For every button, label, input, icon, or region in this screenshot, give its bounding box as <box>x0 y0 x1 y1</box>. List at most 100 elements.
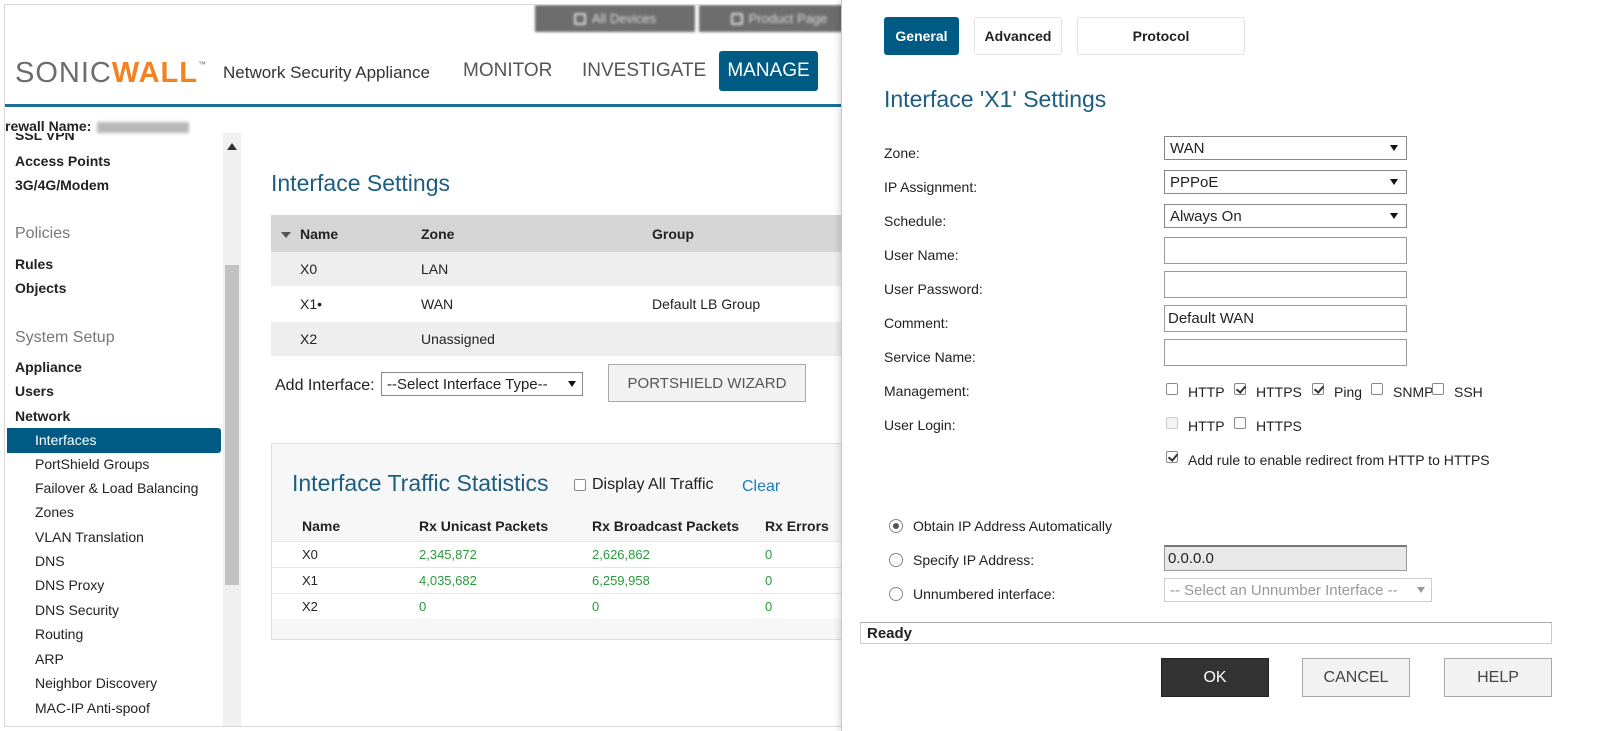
checkbox-checked-icon[interactable] <box>1166 451 1178 463</box>
table-row[interactable]: X2 Unassigned <box>271 322 871 357</box>
sidebar-item-3g-4g-modem[interactable]: 3G/4G/Modem <box>15 177 109 193</box>
mgmt-ping-checkbox[interactable]: Ping <box>1312 381 1362 400</box>
service-name-input[interactable] <box>1164 339 1407 366</box>
stats-col-name: Name <box>302 518 341 534</box>
table-header: Name Zone Group <box>271 215 871 252</box>
mgmt-http-checkbox[interactable]: HTTP <box>1166 381 1225 400</box>
col-name[interactable]: Name <box>300 226 338 242</box>
table-row[interactable]: X1• WAN Default LB Group <box>271 287 871 322</box>
top-tab-product-page[interactable]: Product Page <box>699 5 859 32</box>
checkbox-checked-icon[interactable] <box>1312 383 1324 395</box>
sidebar-item-users[interactable]: Users <box>15 383 54 399</box>
top-tab-all-devices[interactable]: All Devices <box>535 5 695 32</box>
sidebar-item-network[interactable]: Network <box>15 408 70 424</box>
radio-unnumbered-interface[interactable]: Unnumbered interface: <box>889 586 1055 602</box>
scrollbar-thumb[interactable] <box>225 265 239 585</box>
nav-monitor[interactable]: MONITOR <box>449 51 566 91</box>
scroll-up-arrow-icon[interactable] <box>227 143 237 150</box>
sort-down-icon[interactable] <box>281 232 291 238</box>
interfaces-table: Name Zone Group X0 LAN X1• WAN Default L… <box>271 215 871 357</box>
sidebar-group-policies: Policies <box>15 225 71 242</box>
sidebar-item-arp[interactable]: ARP <box>35 651 64 667</box>
sidebar-item-failover-load-balancing[interactable]: Failover & Load Balancing <box>35 480 198 496</box>
tab-general[interactable]: General <box>884 17 959 55</box>
checkbox-icon[interactable] <box>1234 417 1246 429</box>
col-group[interactable]: Group <box>652 226 694 242</box>
radio-selected-icon[interactable] <box>889 519 903 533</box>
radio-specify-ip[interactable]: Specify IP Address: <box>889 552 1034 568</box>
dropdown-arrow-icon <box>1390 145 1398 151</box>
tab-advanced[interactable]: Advanced <box>974 17 1062 55</box>
ok-button[interactable]: OK <box>1161 658 1269 697</box>
user-password-input[interactable] <box>1164 271 1407 298</box>
top-tabs: All Devices Product Page <box>535 5 859 32</box>
ip-assignment-select[interactable]: PPPoE <box>1164 170 1407 194</box>
service-name-label: Service Name: <box>884 349 976 365</box>
user-login-label: User Login: <box>884 417 956 433</box>
sidebar-scrollbar[interactable] <box>223 133 241 726</box>
sidebar-item-appliance[interactable]: Appliance <box>15 359 82 375</box>
sidebar-item-ssl-vpn[interactable]: SSL VPN <box>15 133 75 143</box>
schedule-select[interactable]: Always On <box>1164 204 1407 228</box>
sidebar-item-routing[interactable]: Routing <box>35 626 83 642</box>
checkbox-icon[interactable] <box>1432 383 1444 395</box>
checkbox-icon[interactable] <box>1371 383 1383 395</box>
sidebar-item-neighbor-discovery[interactable]: Neighbor Discovery <box>35 675 157 691</box>
sidebar-item-portshield-groups[interactable]: PortShield Groups <box>35 456 149 472</box>
checkbox-icon[interactable] <box>574 479 586 491</box>
sidebar-item-dns-proxy[interactable]: DNS Proxy <box>35 577 104 593</box>
cancel-button[interactable]: CANCEL <box>1302 658 1410 697</box>
help-button[interactable]: HELP <box>1444 658 1552 697</box>
sidebar-item-mac-ip-anti-spoof[interactable]: MAC-IP Anti-spoof <box>35 700 150 716</box>
mgmt-snmp-checkbox[interactable]: SNMP <box>1371 381 1433 400</box>
sidebar-item-objects[interactable]: Objects <box>15 280 66 296</box>
add-interface-label: Add Interface: <box>275 377 375 394</box>
zone-select[interactable]: WAN <box>1164 136 1407 160</box>
device-icon <box>573 12 586 25</box>
login-http-checkbox[interactable]: HTTP <box>1166 415 1225 434</box>
mgmt-https-checkbox[interactable]: HTTPS <box>1234 381 1302 400</box>
dropdown-arrow-icon <box>1417 587 1425 593</box>
mgmt-ssh-checkbox[interactable]: SSH <box>1432 381 1483 400</box>
sidebar-item-zones[interactable]: Zones <box>35 504 74 520</box>
checkbox-icon[interactable] <box>1166 383 1178 395</box>
sidebar-item-rules[interactable]: Rules <box>15 256 53 272</box>
sidebar-item-access-points[interactable]: Access Points <box>15 153 111 169</box>
table-row[interactable]: X0 LAN <box>271 252 871 287</box>
user-name-label: User Name: <box>884 247 959 263</box>
nav-manage[interactable]: MANAGE <box>719 51 818 91</box>
tab-protocol[interactable]: Protocol <box>1077 17 1245 55</box>
status-bar: Ready <box>860 622 1552 644</box>
sonicwall-logo: SONICWALL™ <box>15 57 207 89</box>
login-https-checkbox[interactable]: HTTPS <box>1234 415 1302 434</box>
redirect-https-checkbox[interactable]: Add rule to enable redirect from HTTP to… <box>1166 449 1490 468</box>
checkbox-checked-icon[interactable] <box>1234 383 1246 395</box>
comment-input[interactable]: Default WAN <box>1164 305 1407 332</box>
clear-link[interactable]: Clear <box>742 478 780 496</box>
col-zone[interactable]: Zone <box>421 226 454 242</box>
schedule-label: Schedule: <box>884 213 947 229</box>
user-password-label: User Password: <box>884 281 983 297</box>
user-name-input[interactable] <box>1164 237 1407 264</box>
sidebar: SSL VPN Access Points 3G/4G/Modem Polici… <box>5 133 242 726</box>
nav-investigate[interactable]: INVESTIGATE <box>568 51 720 91</box>
sidebar-item-interfaces[interactable]: Interfaces <box>7 428 221 453</box>
sidebar-item-vlan-translation[interactable]: VLAN Translation <box>35 529 144 545</box>
specify-ip-input[interactable]: 0.0.0.0 <box>1164 545 1407 571</box>
management-label: Management: <box>884 383 970 399</box>
page-icon <box>730 12 743 25</box>
stats-col-rx-unicast: Rx Unicast Packets <box>419 518 549 534</box>
display-all-traffic-checkbox[interactable]: Display All Traffic <box>574 476 714 494</box>
add-interface-select[interactable]: --Select Interface Type-- <box>381 372 583 396</box>
zone-label: Zone: <box>884 145 920 161</box>
sidebar-item-dns-security[interactable]: DNS Security <box>35 602 119 618</box>
sidebar-item-dns[interactable]: DNS <box>35 553 65 569</box>
portshield-wizard-button[interactable]: PORTSHIELD WIZARD <box>608 364 806 402</box>
firewall-name: rewall Name: <box>5 118 190 134</box>
unnumbered-interface-select[interactable]: -- Select an Unnumber Interface -- <box>1164 578 1432 602</box>
radio-obtain-ip-automatically[interactable]: Obtain IP Address Automatically <box>889 518 1112 534</box>
traffic-statistics-title: Interface Traffic Statistics <box>292 470 549 496</box>
radio-icon[interactable] <box>889 587 903 601</box>
radio-icon[interactable] <box>889 553 903 567</box>
dropdown-arrow-icon <box>1390 213 1398 219</box>
